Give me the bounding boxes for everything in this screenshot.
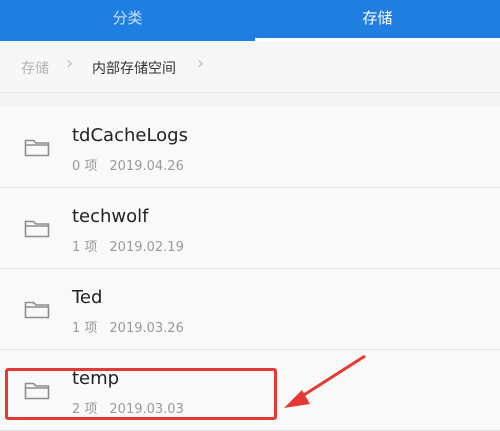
item-count: 0 项 xyxy=(72,159,98,174)
folder-icon xyxy=(24,301,50,319)
folder-icon xyxy=(24,220,50,238)
file-meta: 1 项 2019.02.19 xyxy=(72,236,184,255)
pointer-arrow-icon xyxy=(284,354,366,408)
modified-date: 2019.03.26 xyxy=(109,321,184,336)
breadcrumb: 存储 › 内部存储空间 › xyxy=(0,41,500,93)
folder-icon xyxy=(24,139,50,157)
highlight-box xyxy=(5,368,277,420)
chevron-right-icon: › xyxy=(197,53,205,74)
tab-storage[interactable]: 存储 xyxy=(255,0,500,38)
modified-date: 2019.04.26 xyxy=(109,159,184,174)
file-meta: 0 项 2019.04.26 xyxy=(72,155,184,174)
file-name: tdCacheLogs xyxy=(72,125,188,146)
file-name: techwolf xyxy=(72,206,149,227)
breadcrumb-root[interactable]: 存储 xyxy=(21,58,49,78)
breadcrumb-current[interactable]: 内部存储空间 xyxy=(92,58,176,78)
list-item[interactable]: tdCacheLogs 0 项 2019.04.26 xyxy=(0,107,500,188)
list-item[interactable]: Ted 1 项 2019.03.26 xyxy=(0,269,500,350)
modified-date: 2019.02.19 xyxy=(109,240,184,255)
top-tab-bar: 分类 存储 xyxy=(0,0,500,41)
chevron-right-icon: › xyxy=(66,53,74,74)
file-list: tdCacheLogs 0 项 2019.04.26 techwolf 1 项 20… xyxy=(0,93,500,431)
list-item[interactable]: techwolf 1 项 2019.02.19 xyxy=(0,188,500,269)
tab-classify[interactable]: 分类 xyxy=(0,0,255,38)
item-count: 1 项 xyxy=(72,240,98,255)
file-name: Ted xyxy=(72,287,103,308)
file-meta: 1 项 2019.03.26 xyxy=(72,317,184,336)
item-count: 1 项 xyxy=(72,321,98,336)
